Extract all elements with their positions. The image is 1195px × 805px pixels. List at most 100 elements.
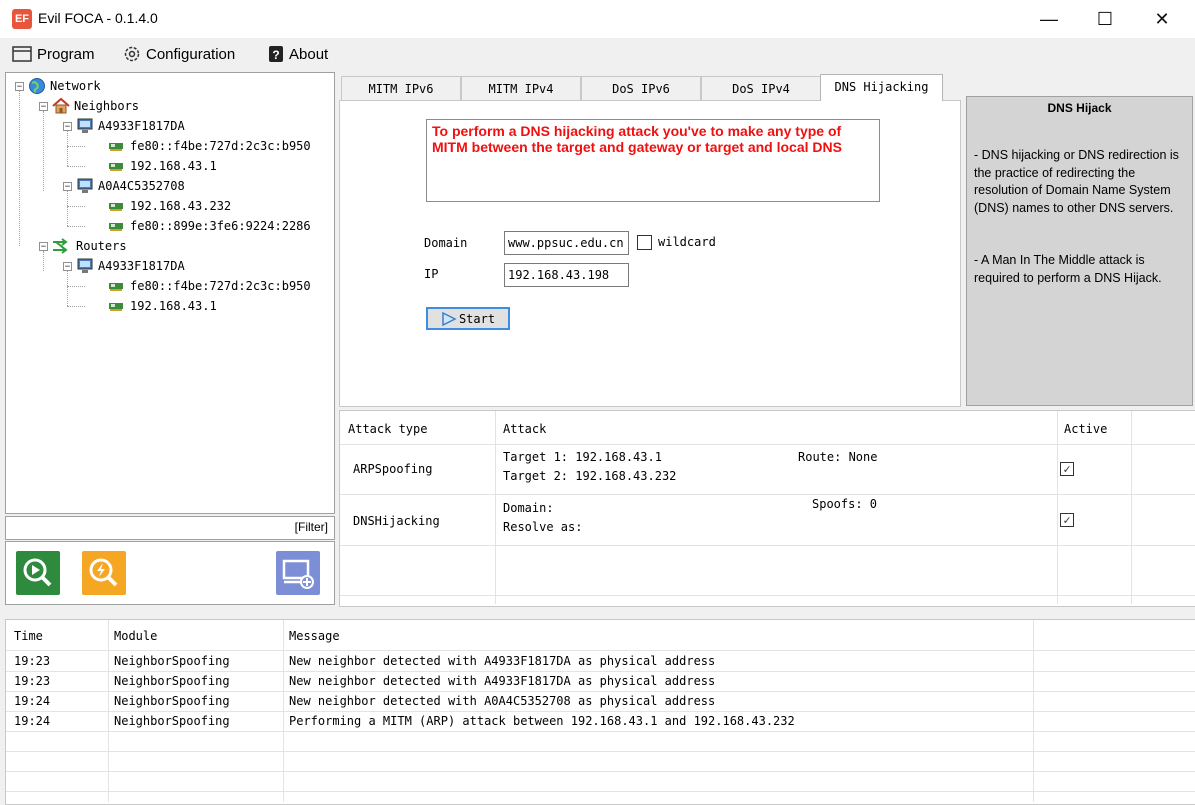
- magnifier-bolt-icon: [89, 558, 118, 587]
- window-title: Evil FOCA - 0.1.4.0: [38, 10, 158, 26]
- filter-input[interactable]: [Filter]: [5, 516, 335, 540]
- tree-node-network[interactable]: − Network: [15, 76, 101, 96]
- window-icon: [12, 46, 32, 62]
- column-header-time[interactable]: Time: [14, 629, 43, 643]
- start-button-label: Start: [458, 311, 496, 326]
- app-icon: EF: [12, 9, 32, 29]
- minimize-button[interactable]: —: [1021, 0, 1077, 38]
- log-module: NeighborSpoofing: [114, 694, 230, 708]
- menu-about[interactable]: ? About: [268, 44, 328, 64]
- column-header-message[interactable]: Message: [289, 629, 340, 643]
- column-header-attack-type[interactable]: Attack type: [348, 422, 427, 436]
- help-icon: ?: [269, 46, 283, 62]
- collapse-icon[interactable]: −: [39, 241, 48, 251]
- menu-program[interactable]: Program: [12, 44, 95, 64]
- menu-bar: Program Configuration ? About: [0, 38, 1195, 70]
- tree-node-host[interactable]: − A4933F1817DA: [63, 256, 185, 276]
- collapse-icon[interactable]: −: [15, 81, 24, 91]
- log-time: 19:24: [14, 714, 51, 728]
- tool-button-panel: [5, 541, 335, 605]
- network-card-icon: [109, 163, 123, 171]
- close-button[interactable]: ✕: [1134, 0, 1190, 38]
- domain-input[interactable]: www.ppsuc.edu.cn: [504, 231, 629, 255]
- tree-label: fe80::899e:3fe6:9224:2286: [130, 219, 311, 233]
- tab-dos-ipv4[interactable]: DoS IPv4: [701, 76, 821, 100]
- tree-node-host[interactable]: − A4933F1817DA: [63, 116, 185, 136]
- tree-label: Neighbors: [74, 99, 140, 113]
- tree-node-routers[interactable]: − Routers: [39, 236, 127, 256]
- collapse-icon[interactable]: −: [39, 101, 48, 111]
- tab-dos-ipv6[interactable]: DoS IPv6: [581, 76, 701, 100]
- tree-node-address[interactable]: fe80::f4be:727d:2c3c:b950: [108, 276, 311, 296]
- title-bar: EF Evil FOCA - 0.1.4.0 — ☐ ✕: [0, 0, 1195, 38]
- maximize-button[interactable]: ☐: [1077, 0, 1133, 38]
- attack-target-cell: Target 2: 192.168.43.232: [503, 469, 677, 483]
- log-time: 19:23: [14, 674, 51, 688]
- tab-dns-hijacking[interactable]: DNS Hijacking: [820, 74, 943, 101]
- dns-hijacking-panel: To perform a DNS hijacking attack you've…: [339, 100, 961, 407]
- tab-mitm-ipv6[interactable]: MITM IPv6: [341, 76, 461, 100]
- wildcard-checkbox[interactable]: [637, 235, 652, 250]
- tab-mitm-ipv4[interactable]: MITM IPv4: [461, 76, 581, 100]
- tree-node-address[interactable]: 192.168.43.1: [108, 296, 217, 316]
- log-module: NeighborSpoofing: [114, 674, 230, 688]
- globe-icon: [29, 78, 45, 94]
- help-paragraph: - A Man In The Middle attack is required…: [974, 253, 1162, 285]
- column-header-module[interactable]: Module: [114, 629, 157, 643]
- tree-label: Network: [50, 79, 101, 93]
- attack-route-cell: Route: None: [798, 450, 878, 464]
- log-message: New neighbor detected with A4933F1817DA …: [289, 674, 716, 688]
- tree-node-neighbors[interactable]: − Neighbors: [39, 96, 139, 116]
- network-card-icon: [109, 203, 123, 211]
- column-header-active[interactable]: Active: [1064, 422, 1107, 436]
- tree-label: fe80::f4be:727d:2c3c:b950: [130, 139, 311, 153]
- network-card-icon: [109, 303, 123, 311]
- tree-node-host[interactable]: − A0A4C5352708: [63, 176, 185, 196]
- ip-input[interactable]: 192.168.43.198: [504, 263, 629, 287]
- network-tree: − Network − Neighbors − A4933F1817DA fe8…: [5, 72, 335, 514]
- ip-label: IP: [424, 267, 439, 281]
- tree-node-address[interactable]: 192.168.43.1: [108, 156, 217, 176]
- collapse-icon[interactable]: −: [63, 121, 72, 131]
- log-message: New neighbor detected with A0A4C5352708 …: [289, 694, 716, 708]
- tree-label: A0A4C5352708: [98, 179, 185, 193]
- network-card-icon: [109, 143, 123, 151]
- domain-label: Domain: [424, 236, 468, 250]
- house-icon: [52, 97, 70, 114]
- start-button[interactable]: Start: [426, 307, 510, 330]
- tree-node-address[interactable]: fe80::f4be:727d:2c3c:b950: [108, 136, 311, 156]
- computer-icon: [77, 258, 93, 273]
- tree-label: 192.168.43.1: [130, 299, 217, 313]
- help-panel: DNS Hijack - DNS hijacking or DNS redire…: [966, 96, 1193, 406]
- filter-label[interactable]: [Filter]: [295, 520, 328, 534]
- magnifier-play-icon: [23, 558, 52, 587]
- column-header-attack[interactable]: Attack: [503, 422, 546, 436]
- tree-node-address[interactable]: fe80::899e:3fe6:9224:2286: [108, 216, 311, 236]
- collapse-icon[interactable]: −: [63, 261, 72, 271]
- log-time: 19:24: [14, 694, 51, 708]
- mitm-warning: To perform a DNS hijacking attack you've…: [426, 119, 880, 202]
- add-computer-icon: [282, 559, 314, 589]
- tree-node-address[interactable]: 192.168.43.232: [108, 196, 231, 216]
- tree-label: 192.168.43.1: [130, 159, 217, 173]
- active-checkbox[interactable]: ✓: [1060, 462, 1074, 476]
- tree-label: Routers: [76, 239, 127, 253]
- attack-domain-cell: Domain:: [503, 501, 554, 515]
- play-icon: [442, 311, 457, 326]
- start-scan-button[interactable]: [16, 551, 60, 595]
- attack-scan-button[interactable]: [82, 551, 126, 595]
- attacks-table: Attack type Attack Active ARPSpoofing Ta…: [339, 410, 1195, 607]
- add-computer-button[interactable]: [276, 551, 320, 595]
- attack-resolve-cell: Resolve as:: [503, 520, 583, 534]
- log-module: NeighborSpoofing: [114, 714, 230, 728]
- tree-label: A4933F1817DA: [98, 259, 185, 273]
- log-message: New neighbor detected with A4933F1817DA …: [289, 654, 716, 668]
- active-checkbox[interactable]: ✓: [1060, 513, 1074, 527]
- attack-type-cell: DNSHijacking: [353, 514, 440, 528]
- tree-label: fe80::f4be:727d:2c3c:b950: [130, 279, 311, 293]
- collapse-icon[interactable]: −: [63, 181, 72, 191]
- network-card-icon: [109, 283, 123, 291]
- svg-text:?: ?: [272, 48, 279, 62]
- menu-configuration[interactable]: Configuration: [123, 44, 235, 64]
- log-time: 19:23: [14, 654, 51, 668]
